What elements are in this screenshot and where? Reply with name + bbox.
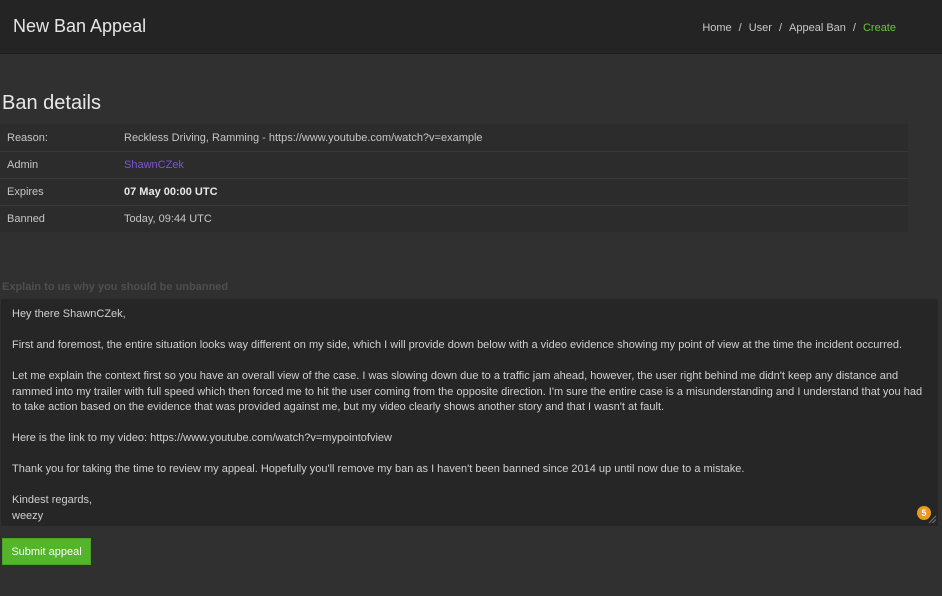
- breadcrumb-separator: /: [778, 22, 783, 34]
- appeal-paragraph: Here is the link to my video: https://ww…: [12, 432, 392, 444]
- appeal-paragraph: First and foremost, the entire situation…: [12, 339, 903, 351]
- breadcrumb-appeal-ban[interactable]: Appeal Ban: [789, 22, 846, 34]
- submit-appeal-button[interactable]: Submit appeal: [2, 538, 91, 565]
- reason-value: Reckless Driving, Ramming - https://www.…: [124, 131, 483, 144]
- breadcrumb-user[interactable]: User: [749, 22, 772, 34]
- details-row-admin: Admin ShawnCZek: [0, 151, 908, 178]
- expires-value: 07 May 00:00 UTC: [124, 186, 218, 198]
- appeal-paragraph: Let me explain the context first so you …: [12, 370, 923, 413]
- breadcrumb-current: Create: [862, 22, 896, 34]
- breadcrumb-separator: /: [852, 22, 856, 34]
- details-row-banned: Banned Today, 09:44 UTC: [0, 205, 908, 232]
- ban-details-title: Ban details: [2, 92, 101, 114]
- banned-value: Today, 09:44 UTC: [124, 213, 212, 225]
- admin-label: Admin: [7, 159, 39, 171]
- banned-label: Banned: [7, 213, 45, 225]
- details-row-expires: Expires 07 May 00:00 UTC: [0, 178, 908, 205]
- details-row-reason: Reason: Reckless Driving, Ramming - http…: [0, 124, 908, 151]
- appeal-textarea[interactable]: Hey there ShawnCZek, First and foremost,…: [1, 299, 938, 526]
- admin-link[interactable]: ShawnCZek: [124, 159, 184, 171]
- breadcrumb-home[interactable]: Home: [702, 22, 731, 34]
- appeal-paragraph: Hey there ShawnCZek,: [12, 308, 126, 320]
- reason-label: Reason:: [7, 131, 48, 144]
- breadcrumb-separator: /: [738, 22, 742, 34]
- breadcrumb: Home / User / Appeal Ban / Create: [702, 22, 896, 34]
- appeal-sign-off: Kindest regards,: [12, 494, 93, 506]
- appeal-paragraph: Thank you for taking the time to review …: [12, 463, 745, 475]
- page-title: New Ban Appeal: [13, 16, 147, 36]
- ban-details-table: Reason: Reckless Driving, Ramming - http…: [0, 124, 908, 232]
- resize-handle-icon[interactable]: [928, 515, 937, 524]
- expires-label: Expires: [7, 186, 44, 198]
- appeal-signature: weezy: [12, 509, 44, 522]
- appeal-field-label: Explain to us why you should be unbanned: [2, 281, 229, 293]
- top-header: New Ban Appeal Home / User / Appeal Ban …: [0, 0, 942, 54]
